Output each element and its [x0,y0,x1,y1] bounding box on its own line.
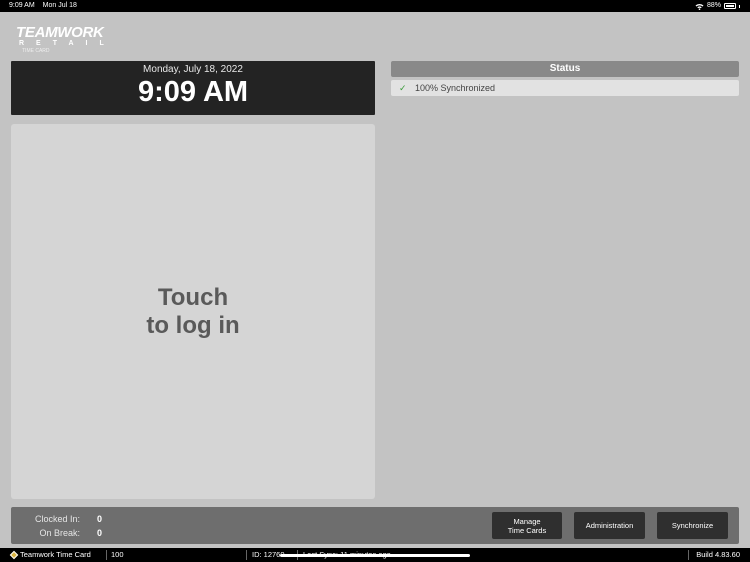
on-break-label: On Break: [39,528,80,538]
check-icon: ✓ [399,83,407,93]
clock-panel: Monday, July 18, 2022 9:09 AM [11,61,375,115]
synchronize-button[interactable]: Synchronize [657,512,728,539]
logo-sub-text: RETAIL [19,40,116,47]
clock-date: Monday, July 18, 2022 [143,64,243,75]
status-time: 9:09 AM [9,2,35,9]
employee-counts: Clocked In: 0 On Break: 0 [23,512,102,540]
logo-tag-text: TIME CARD [22,48,50,54]
battery-tip [739,4,740,8]
app-logo: TEAMWORK RETAIL TIME CARD [16,24,136,54]
status-header: Status [391,61,739,77]
home-indicator[interactable] [280,554,470,557]
login-touch-area[interactable]: Touch to log in [11,124,375,499]
footer-store: 100 [111,550,124,559]
on-break-value: 0 [97,528,103,538]
clocked-in-label: Clocked In: [34,514,80,524]
clock-time: 9:09 AM [137,76,249,108]
battery-icon [724,3,736,9]
footer-divider [106,550,107,560]
bottom-toolbar: Clocked In: 0 On Break: 0 Manage Time Ca… [11,507,739,544]
status-item: ✓ 100% Synchronized [391,80,739,96]
system-status-bar: 9:09 AM Mon Jul 18 88% [0,0,750,12]
footer-divider [688,550,689,560]
battery-percent: 88% [706,2,721,9]
wifi-icon [695,3,704,10]
status-item-text: 100% Synchronized [415,83,496,93]
manage-time-cards-button[interactable]: Manage Time Cards [492,512,562,539]
footer-app-name: Teamwork Time Card [20,550,91,559]
footer-divider [246,550,247,560]
footer-app: Teamwork Time Card [9,548,91,562]
footer-build: Build 4.83.60 [696,550,740,559]
status-date: Mon Jul 18 [42,2,77,9]
logo-main-text: TEAMWORK [16,24,104,41]
administration-button[interactable]: Administration [574,512,645,539]
app-diamond-icon [9,550,19,560]
login-label: Touch to log in [146,283,240,339]
clocked-in-value: 0 [97,514,103,524]
